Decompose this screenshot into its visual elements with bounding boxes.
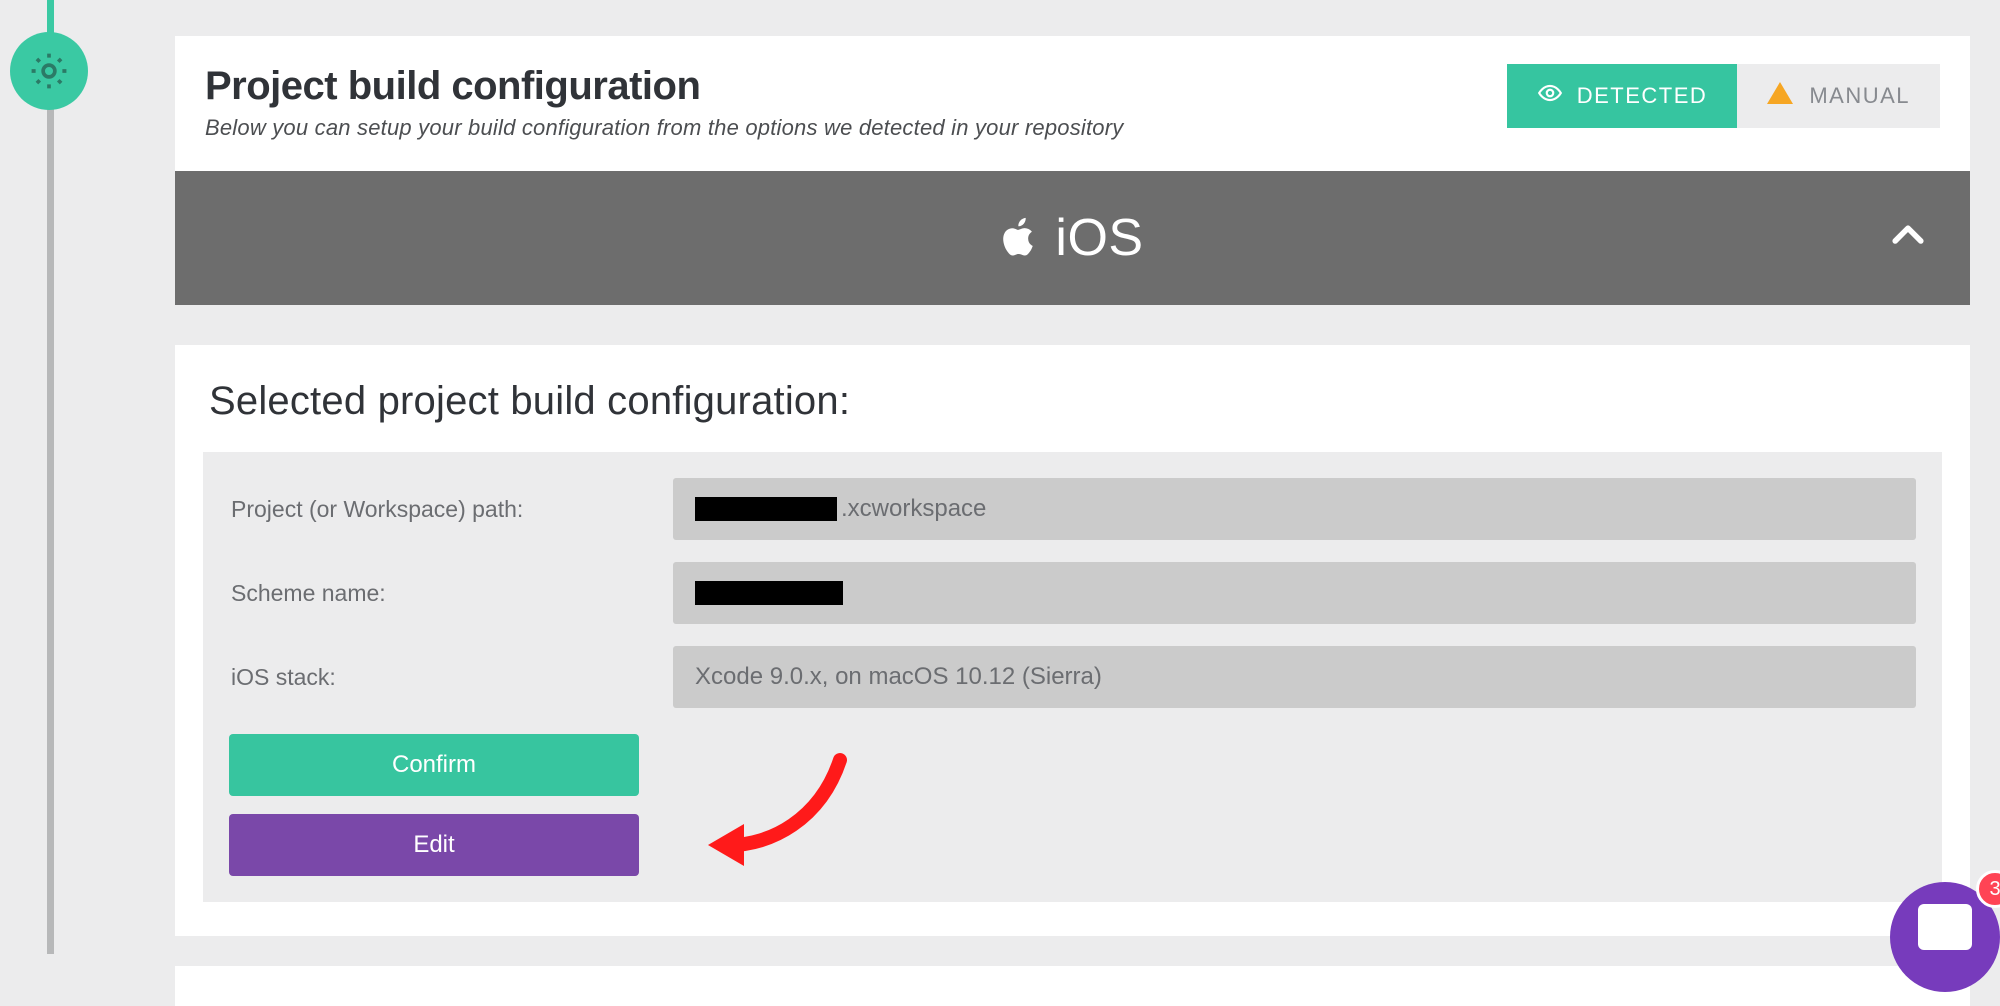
next-card-preview: [175, 966, 1970, 1006]
tab-manual[interactable]: MANUAL: [1737, 64, 1940, 128]
chevron-up-icon: [1886, 214, 1930, 263]
row-scheme-name: Scheme name:: [229, 562, 1916, 624]
project-path-suffix: .xcworkspace: [841, 495, 986, 523]
gear-icon: [27, 49, 71, 93]
main-column: Project build configuration Below you ca…: [175, 0, 2000, 1006]
action-buttons: Confirm Edit: [229, 734, 1916, 876]
apple-icon: [1001, 215, 1041, 261]
redacted-text: [695, 581, 843, 605]
platform-banner[interactable]: iOS: [175, 171, 1970, 305]
header-card: Project build configuration Below you ca…: [175, 36, 1970, 171]
page-title: Project build configuration: [205, 64, 1123, 109]
platform-label: iOS: [1001, 208, 1143, 268]
chat-widget[interactable]: 3: [1890, 882, 2000, 954]
tab-detected[interactable]: DETECTED: [1507, 64, 1738, 128]
label-scheme-name: Scheme name:: [229, 580, 673, 607]
tab-manual-label: MANUAL: [1809, 83, 1910, 109]
confirm-label: Confirm: [392, 751, 476, 779]
step-indicator: [10, 32, 88, 110]
edit-label: Edit: [413, 831, 454, 859]
config-fields: Project (or Workspace) path: .xcworkspac…: [203, 452, 1942, 902]
step-track: [47, 0, 54, 954]
mode-tabs: DETECTED MANUAL: [1507, 64, 1940, 128]
row-project-path: Project (or Workspace) path: .xcworkspac…: [229, 478, 1916, 540]
header-text: Project build configuration Below you ca…: [205, 64, 1123, 141]
ios-stack-text: Xcode 9.0.x, on macOS 10.12 (Sierra): [695, 663, 1102, 691]
eye-icon: [1537, 80, 1563, 112]
value-scheme-name[interactable]: [673, 562, 1916, 624]
warning-icon: [1767, 82, 1793, 110]
config-heading: Selected project build configuration:: [209, 379, 1942, 424]
label-ios-stack: iOS stack:: [229, 664, 673, 691]
platform-name: iOS: [1055, 208, 1143, 268]
confirm-button[interactable]: Confirm: [229, 734, 639, 796]
redacted-text: [695, 497, 837, 521]
tab-detected-label: DETECTED: [1577, 83, 1708, 109]
value-ios-stack[interactable]: Xcode 9.0.x, on macOS 10.12 (Sierra): [673, 646, 1916, 708]
config-card: Selected project build configuration: Pr…: [175, 345, 1970, 936]
page-subtitle: Below you can setup your build configura…: [205, 115, 1123, 141]
value-project-path[interactable]: .xcworkspace: [673, 478, 1916, 540]
row-ios-stack: iOS stack: Xcode 9.0.x, on macOS 10.12 (…: [229, 646, 1916, 708]
label-project-path: Project (or Workspace) path:: [229, 496, 673, 523]
edit-button[interactable]: Edit: [229, 814, 639, 876]
chat-icon: [1918, 904, 1972, 950]
